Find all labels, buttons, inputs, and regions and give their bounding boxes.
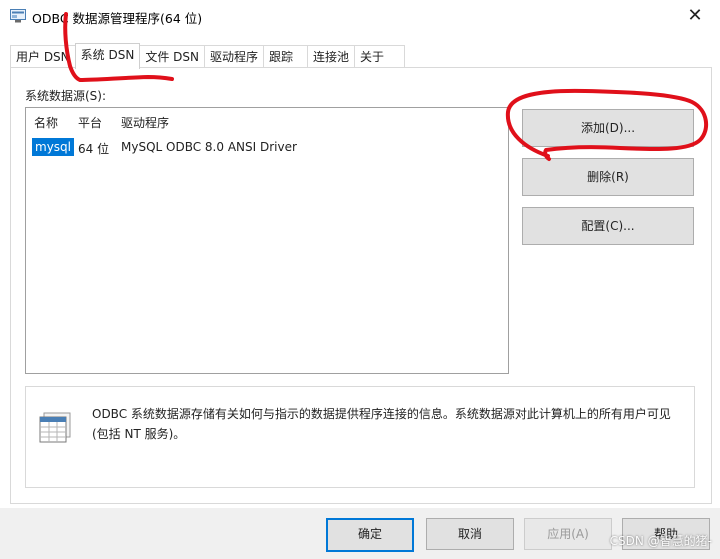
list-header: 名称 平台 驱动程序 (26, 114, 508, 132)
info-box: ODBC 系统数据源存储有关如何与指示的数据提供程序连接的信息。系统数据源对此计… (25, 386, 695, 488)
cancel-button[interactable]: 取消 (426, 518, 514, 550)
tab-user-dsn[interactable]: 用户 DSN (10, 45, 76, 68)
column-header-driver[interactable]: 驱动程序 (121, 114, 169, 131)
apply-button[interactable]: 应用(A) (524, 518, 612, 550)
dsn-driver-cell: MySQL ODBC 8.0 ANSI Driver (121, 140, 297, 154)
tab-strip: 用户 DSN 系统 DSN 文件 DSN 驱动程序 跟踪 连接池 关于 (10, 43, 406, 69)
tab-tracing[interactable]: 跟踪 (262, 45, 308, 68)
column-header-platform[interactable]: 平台 (78, 114, 102, 131)
database-table-icon (39, 412, 71, 443)
tab-file-dsn[interactable]: 文件 DSN (139, 45, 205, 68)
tab-connection-pooling[interactable]: 连接池 (307, 45, 356, 68)
info-description: ODBC 系统数据源存储有关如何与指示的数据提供程序连接的信息。系统数据源对此计… (92, 407, 671, 441)
dialog-button-bar: 确定 取消 应用(A) 帮助 CSDN @智慧的猪- (0, 508, 720, 559)
odbc-dialog-window: ODBC 数据源管理程序(64 位) ✕ 用户 DSN 系统 DSN 文件 DS… (0, 0, 720, 559)
system-data-sources-label: 系统数据源(S): (25, 89, 107, 103)
odbc-app-icon (10, 9, 26, 23)
dsn-name-cell[interactable]: mysql (32, 138, 74, 156)
system-dsn-list[interactable]: 名称 平台 驱动程序 mysql 64 位 MySQL ODBC 8.0 ANS… (25, 107, 509, 374)
window-title: ODBC 数据源管理程序(64 位) (32, 11, 203, 26)
add-button[interactable]: 添加(D)... (522, 109, 694, 147)
configure-button[interactable]: 配置(C)... (522, 207, 694, 245)
tab-about[interactable]: 关于 (354, 45, 406, 68)
close-button[interactable]: ✕ (680, 4, 710, 28)
close-icon: ✕ (687, 5, 703, 26)
ok-button[interactable]: 确定 (326, 518, 414, 552)
tab-drivers[interactable]: 驱动程序 (203, 45, 264, 68)
dsn-platform-cell: 64 位 (78, 142, 110, 156)
title-bar: ODBC 数据源管理程序(64 位) ✕ (0, 0, 720, 32)
list-item[interactable]: mysql 64 位 MySQL ODBC 8.0 ANSI Driver (26, 138, 508, 158)
csdn-watermark: CSDN @智慧的猪- (609, 534, 712, 548)
column-header-name[interactable]: 名称 (34, 114, 58, 131)
remove-button[interactable]: 删除(R) (522, 158, 694, 196)
tab-system-dsn[interactable]: 系统 DSN (74, 43, 141, 69)
